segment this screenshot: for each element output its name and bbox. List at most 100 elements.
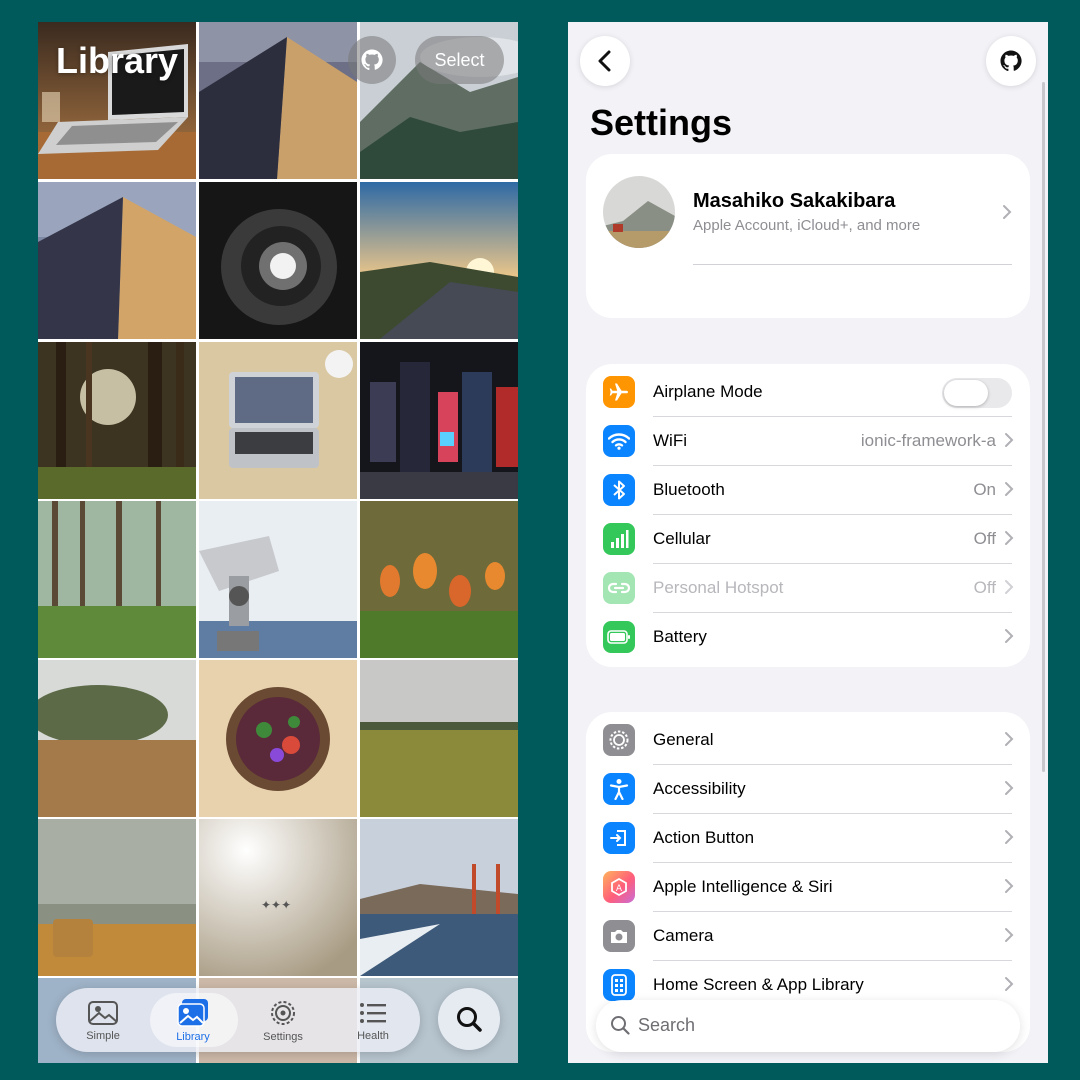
profile-card[interactable]: Masahiko Sakakibara Apple Account, iClou… xyxy=(586,154,1030,318)
photo-spiral-staircase[interactable] xyxy=(199,182,357,339)
connectivity-group: Airplane Mode WiFi ionic-framework-a Blu… xyxy=(586,364,1030,667)
gear-icon xyxy=(271,1000,295,1025)
photo-hay-bales[interactable] xyxy=(38,819,196,976)
tab-settings[interactable]: Settings xyxy=(240,988,326,1052)
row-label: Action Button xyxy=(653,828,755,847)
tab-library[interactable]: Library xyxy=(150,988,236,1052)
scroll-indicator[interactable] xyxy=(1042,82,1045,772)
chevron-right-icon xyxy=(1003,205,1012,219)
photo-wheat-field[interactable] xyxy=(38,660,196,817)
tab-label-simple: Simple xyxy=(86,1029,120,1042)
airplane-icon xyxy=(603,376,635,408)
home-screen-icon xyxy=(603,969,635,1001)
row-label: WiFi xyxy=(653,431,687,450)
chevron-right-icon xyxy=(1005,482,1014,496)
camera-icon xyxy=(603,920,635,952)
chevron-left-icon xyxy=(598,50,611,72)
photo-laptop-topdown[interactable] xyxy=(199,342,357,499)
github-button[interactable] xyxy=(348,36,396,84)
photo-times-square[interactable] xyxy=(360,342,518,499)
row-label: Accessibility xyxy=(653,779,746,798)
search-icon xyxy=(611,1016,630,1035)
photo-forest-sunlight[interactable] xyxy=(38,342,196,499)
chevron-right-icon xyxy=(1005,928,1014,942)
profile-name: Masahiko Sakakibara xyxy=(693,190,896,212)
accessibility-icon xyxy=(603,773,635,805)
row-label: Bluetooth xyxy=(653,480,725,499)
row-label: General xyxy=(653,730,714,749)
svg-text:A: A xyxy=(616,884,623,894)
photo-pine-forest[interactable] xyxy=(38,501,196,658)
photo-golden-gate-beach[interactable] xyxy=(360,819,518,976)
tab-bar: Simple Library Settings Health xyxy=(56,988,420,1052)
photo-icon xyxy=(88,1000,118,1025)
gear-icon xyxy=(603,724,635,756)
search-button[interactable] xyxy=(438,988,500,1050)
chevron-right-icon xyxy=(1005,433,1014,447)
photo-dune-ridge[interactable] xyxy=(38,182,196,339)
photo-stack-icon xyxy=(177,998,208,1027)
row-value: On xyxy=(973,480,996,499)
photo-binoculars[interactable] xyxy=(199,501,357,658)
photo-grass-field[interactable] xyxy=(360,660,518,817)
apple-intelligence-icon: A xyxy=(603,871,635,903)
divider xyxy=(693,264,1012,265)
chevron-right-icon xyxy=(1005,629,1014,643)
row-accessibility[interactable]: Accessibility xyxy=(586,765,1030,814)
select-button[interactable]: Select xyxy=(415,36,504,84)
row-apple-intelligence-siri[interactable]: A Apple Intelligence & Siri xyxy=(586,863,1030,912)
action-button-icon xyxy=(603,822,635,854)
row-value: Off xyxy=(973,578,996,597)
row-label: Cellular xyxy=(653,529,711,548)
search-icon xyxy=(457,1007,482,1032)
profile-subtitle: Apple Account, iCloud+, and more xyxy=(693,217,921,234)
github-icon xyxy=(1000,50,1022,72)
photo-salad-bowl[interactable] xyxy=(199,660,357,817)
back-button[interactable] xyxy=(580,36,630,86)
chevron-right-icon xyxy=(1005,977,1014,991)
row-battery[interactable]: Battery xyxy=(586,613,1030,662)
row-airplane-mode[interactable]: Airplane Mode xyxy=(586,368,1030,417)
tab-label-library: Library xyxy=(176,1030,210,1043)
row-label: Airplane Mode xyxy=(653,382,763,401)
row-bluetooth[interactable]: Bluetooth On xyxy=(586,466,1030,515)
chevron-right-icon xyxy=(1005,580,1014,594)
row-label: Camera xyxy=(653,926,714,945)
wifi-icon xyxy=(603,425,635,457)
row-label: Battery xyxy=(653,627,707,646)
photo-birds-sky[interactable]: ✦✦✦ xyxy=(199,819,357,976)
row-general[interactable]: General xyxy=(586,716,1030,765)
tab-health[interactable]: Health xyxy=(330,988,416,1052)
row-label: Apple Intelligence & Siri xyxy=(653,877,833,896)
row-camera[interactable]: Camera xyxy=(586,912,1030,961)
cellular-icon xyxy=(603,523,635,555)
chevron-right-icon xyxy=(1005,781,1014,795)
row-action-button[interactable]: Action Button xyxy=(586,814,1030,863)
toggle-knob xyxy=(944,380,988,406)
svg-text:✦✦✦: ✦✦✦ xyxy=(261,898,291,912)
page-title: Library xyxy=(56,40,179,81)
airplane-mode-toggle[interactable] xyxy=(942,378,1012,408)
avatar xyxy=(603,176,675,248)
library-screen: ✦✦✦ Library Select Simple Library Settin… xyxy=(38,22,518,1063)
row-cellular[interactable]: Cellular Off xyxy=(586,515,1030,564)
list-icon xyxy=(360,1002,386,1023)
github-button[interactable] xyxy=(986,36,1036,86)
tab-label-settings: Settings xyxy=(263,1030,303,1043)
row-wifi[interactable]: WiFi ionic-framework-a xyxy=(586,417,1030,466)
chevron-right-icon xyxy=(1005,732,1014,746)
search-input[interactable]: Search xyxy=(596,1000,1020,1052)
hotspot-icon xyxy=(603,572,635,604)
row-value: Off xyxy=(973,529,996,548)
tab-simple[interactable]: Simple xyxy=(60,988,146,1052)
row-label: Home Screen & App Library xyxy=(653,975,864,994)
chevron-right-icon xyxy=(1005,531,1014,545)
photo-sunset-road[interactable] xyxy=(360,182,518,339)
chevron-right-icon xyxy=(1005,879,1014,893)
photo-sand-dune[interactable] xyxy=(199,22,357,179)
bluetooth-icon xyxy=(603,474,635,506)
photo-tulips[interactable] xyxy=(360,501,518,658)
settings-screen: Settings Masahiko Sakakibara Apple Accou… xyxy=(568,22,1048,1063)
tab-label-health: Health xyxy=(357,1029,389,1042)
row-label: Personal Hotspot xyxy=(653,578,784,597)
